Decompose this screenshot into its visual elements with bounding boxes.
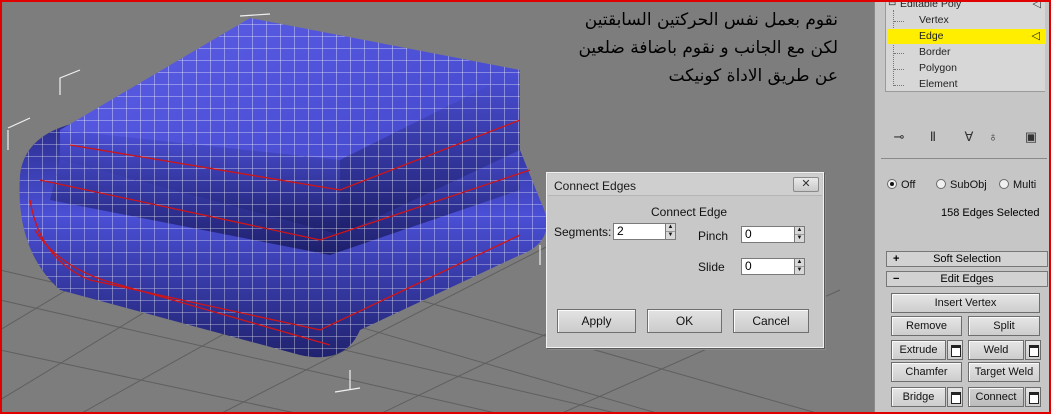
- remove-modifier-icon[interactable]: ♁: [985, 128, 1001, 146]
- segments-label: Segments:: [554, 225, 612, 239]
- selection-status: 158 Edges Selected: [941, 207, 1040, 219]
- pinch-label: Pinch: [698, 229, 729, 243]
- modifier-stack[interactable]: ⊟ Editable Poly Vertex Edge ◁ Border Pol…: [885, 0, 1046, 92]
- extrude-settings-icon[interactable]: [947, 340, 963, 360]
- split-button[interactable]: Split: [968, 316, 1040, 336]
- apply-button[interactable]: Apply: [557, 309, 636, 333]
- radio-off-label: Off: [901, 179, 916, 191]
- radio-subobj-dot: [936, 179, 946, 189]
- remove-button[interactable]: Remove: [891, 316, 962, 336]
- bridge-settings-icon[interactable]: [947, 387, 963, 407]
- connect-edge-group-label: Connect Edge: [651, 205, 728, 219]
- weld-settings-icon[interactable]: [1025, 340, 1041, 360]
- weld-button[interactable]: Weld: [968, 340, 1024, 360]
- segments-input[interactable]: 2: [613, 223, 665, 240]
- stack-toolbar: ⊸ Ⅱ ∀ ♁ ▣: [881, 125, 1047, 151]
- dialog-title: Connect Edges: [554, 179, 637, 193]
- connect-button[interactable]: Connect: [968, 387, 1024, 407]
- pinch-input[interactable]: 0: [741, 226, 794, 243]
- root-level-icon: ◁: [1032, 0, 1041, 10]
- radio-off[interactable]: Off: [887, 179, 915, 191]
- configure-modifier-sets-icon[interactable]: ▣: [1023, 128, 1039, 146]
- stack-item-vertex[interactable]: Vertex: [919, 13, 949, 28]
- collapse-rollout-icon: −: [893, 273, 900, 285]
- caption-line-3: عن طريق الاداة كونيكت: [668, 66, 838, 86]
- command-panel: ⊟ Editable Poly Vertex Edge ◁ Border Pol…: [874, 0, 1051, 414]
- radio-subobj[interactable]: SubObj: [936, 179, 987, 191]
- expand-icon: +: [893, 253, 900, 265]
- radio-multi-label: Multi: [1013, 179, 1037, 191]
- connect-edges-dialog: Connect Edges ✕ Connect Edge Segments: 2…: [546, 172, 824, 348]
- radio-subobj-label: SubObj: [950, 179, 987, 191]
- stack-item-element[interactable]: Element: [919, 77, 958, 92]
- edit-edges-label: Edit Edges: [940, 273, 994, 285]
- insert-vertex-button[interactable]: Insert Vertex: [891, 293, 1040, 313]
- soft-selection-label: Soft Selection: [933, 253, 1001, 265]
- slide-label: Slide: [698, 260, 725, 274]
- caption-line-2: لكن مع الجانب و نقوم باضافة ضلعين: [578, 38, 838, 58]
- perspective-viewport[interactable]: نقوم بعمل نفس الحركتين السابقتين لكن مع …: [0, 0, 874, 414]
- edit-edges-rollout[interactable]: − Edit Edges: [886, 271, 1048, 287]
- radio-off-dot: [887, 179, 897, 189]
- show-end-result-icon[interactable]: Ⅱ: [925, 128, 941, 146]
- make-unique-icon[interactable]: ∀: [961, 128, 977, 146]
- ok-button[interactable]: OK: [647, 309, 722, 333]
- pin-stack-icon[interactable]: ⊸: [891, 128, 907, 146]
- slide-spinner[interactable]: ▲ ▼: [794, 258, 805, 275]
- connect-settings-icon[interactable]: [1025, 387, 1041, 407]
- stack-item-polygon[interactable]: Polygon: [919, 61, 957, 76]
- dialog-titlebar[interactable]: Connect Edges ✕: [548, 174, 822, 196]
- active-level-icon: ◁: [1031, 30, 1040, 42]
- soft-selection-rollout[interactable]: + Soft Selection: [886, 251, 1048, 267]
- radio-multi[interactable]: Multi: [999, 179, 1036, 191]
- pinch-spinner[interactable]: ▲ ▼: [794, 226, 805, 243]
- stack-root-editable-poly[interactable]: Editable Poly: [900, 0, 961, 12]
- cancel-button[interactable]: Cancel: [733, 309, 809, 333]
- extrude-button[interactable]: Extrude: [891, 340, 946, 360]
- slide-input[interactable]: 0: [741, 258, 794, 275]
- target-weld-button[interactable]: Target Weld: [968, 362, 1040, 382]
- caption-line-1: نقوم بعمل نفس الحركتين السابقتين: [584, 10, 838, 30]
- stack-item-edge[interactable]: Edge ◁: [888, 29, 1046, 44]
- radio-multi-dot: [999, 179, 1009, 189]
- collapse-icon[interactable]: ⊟: [888, 0, 896, 8]
- stack-item-edge-label: Edge: [919, 30, 944, 42]
- bridge-button[interactable]: Bridge: [891, 387, 946, 407]
- stack-item-border[interactable]: Border: [919, 45, 951, 60]
- chamfer-button[interactable]: Chamfer: [891, 362, 962, 382]
- close-icon[interactable]: ✕: [793, 177, 819, 192]
- segments-spinner[interactable]: ▲ ▼: [665, 223, 676, 240]
